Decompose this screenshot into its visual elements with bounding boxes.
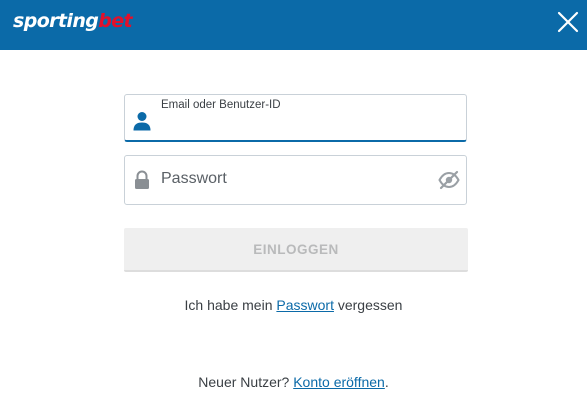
email-field[interactable]: Email oder Benutzer-ID xyxy=(124,94,467,142)
login-button[interactable]: EINLOGGEN xyxy=(124,228,468,272)
email-input[interactable] xyxy=(161,116,451,136)
forgot-suffix: vergessen xyxy=(333,297,403,313)
header-bar: sportingbet xyxy=(0,0,587,50)
login-button-label: EINLOGGEN xyxy=(253,241,339,257)
user-icon xyxy=(133,112,151,131)
new-user-suffix: . xyxy=(384,374,389,390)
eye-slash-icon[interactable] xyxy=(438,170,460,190)
brand-logo: sportingbet xyxy=(13,10,133,32)
password-field[interactable]: Passwort xyxy=(124,155,467,205)
forgot-password-text: Ich habe mein Passwort vergessen xyxy=(0,297,587,313)
forgot-prefix: Ich habe mein xyxy=(184,297,277,313)
close-button[interactable] xyxy=(557,11,579,33)
new-user-text: Neuer Nutzer? Konto eröffnen. xyxy=(0,374,587,390)
forgot-password-link[interactable]: Passwort xyxy=(276,297,334,313)
open-account-link[interactable]: Konto eröffnen xyxy=(293,374,385,390)
close-icon xyxy=(557,11,579,33)
lock-icon xyxy=(135,170,149,189)
logo-text-bet: bet xyxy=(98,10,133,32)
password-placeholder: Passwort xyxy=(161,170,227,187)
email-field-label: Email oder Benutzer-ID xyxy=(161,99,281,111)
login-dialog: sportingbet Email oder Benutzer-ID Passw… xyxy=(0,0,587,404)
logo-text-sporting: sporting xyxy=(13,10,99,32)
new-user-prefix: Neuer Nutzer? xyxy=(198,374,294,390)
